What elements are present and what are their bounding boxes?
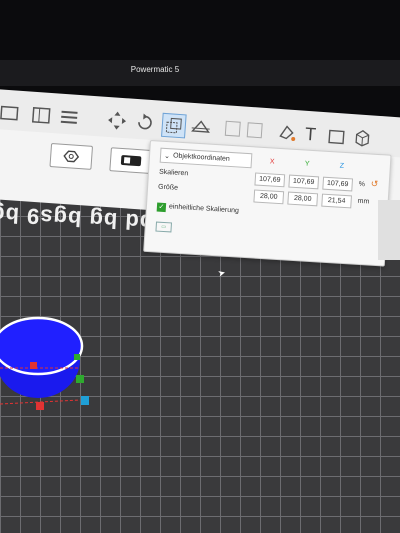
cut-icon[interactable] (189, 115, 212, 138)
reset-icon[interactable]: ↺ (370, 179, 378, 190)
scale-handle-red[interactable] (30, 362, 37, 369)
nozzle-view-icon[interactable] (49, 142, 94, 170)
uniform-scale-checkbox[interactable]: ✓ (156, 202, 167, 213)
seam-icon[interactable] (243, 119, 266, 142)
scale-y-input[interactable]: 107,69 (288, 174, 320, 190)
screen: Powermatic 5 Ibd bg bgs9 bg T ⌄ Objektko… (0, 0, 400, 533)
size-unit: mm (357, 197, 370, 206)
size-z-input[interactable]: 21,54 (321, 193, 352, 209)
coord-system-value: Objektkoordinaten (172, 152, 231, 163)
list-icon[interactable] (57, 106, 80, 129)
scale-handle-green-2[interactable] (74, 354, 80, 360)
panel-extra-button[interactable]: ▭ (155, 221, 173, 233)
paint-icon[interactable] (275, 121, 298, 144)
axis-x-label: X (269, 158, 275, 166)
scale-x-input[interactable]: 107,69 (254, 172, 286, 188)
scale-unit: % (358, 180, 366, 189)
printer-view-icon[interactable] (109, 147, 153, 175)
move-icon[interactable] (105, 109, 128, 132)
window-title: Powermatic 5 (130, 64, 180, 74)
chevron-down-icon: ⌄ (163, 152, 171, 160)
axis-z-label: Z (339, 162, 345, 170)
scale-handle-red-bottom[interactable] (36, 402, 44, 410)
support-icon[interactable] (221, 117, 244, 140)
scale-icon[interactable] (161, 112, 187, 139)
uniform-scale-label: einheitliche Skalierung (168, 203, 240, 215)
right-sidebar-edge (378, 200, 400, 260)
scale-handle-green[interactable] (76, 375, 84, 383)
model-viewport[interactable] (0, 300, 120, 430)
scale-panel: ⌄ Objektkoordinaten X Y Z Skalieren 107,… (143, 140, 392, 267)
scale-label: Skalieren (158, 168, 189, 178)
text-icon[interactable]: T (299, 122, 322, 145)
rotate-icon[interactable] (133, 111, 156, 134)
coord-system-dropdown[interactable]: ⌄ Objektkoordinaten (159, 147, 253, 169)
arrange-icon[interactable] (325, 124, 348, 147)
layout-icon[interactable] (30, 104, 53, 127)
cube-view-icon[interactable] (0, 101, 21, 124)
size-y-input[interactable]: 28,00 (287, 191, 319, 207)
scale-z-input[interactable]: 107,69 (322, 176, 354, 192)
size-x-input[interactable]: 28,00 (253, 189, 285, 205)
model-top (0, 316, 84, 376)
view-3d-icon[interactable] (351, 126, 374, 149)
size-label: Größe (157, 183, 179, 192)
scale-handle-cyan[interactable] (81, 396, 89, 405)
window-titlebar: Powermatic 5 (0, 60, 400, 86)
axis-y-label: Y (304, 160, 310, 168)
